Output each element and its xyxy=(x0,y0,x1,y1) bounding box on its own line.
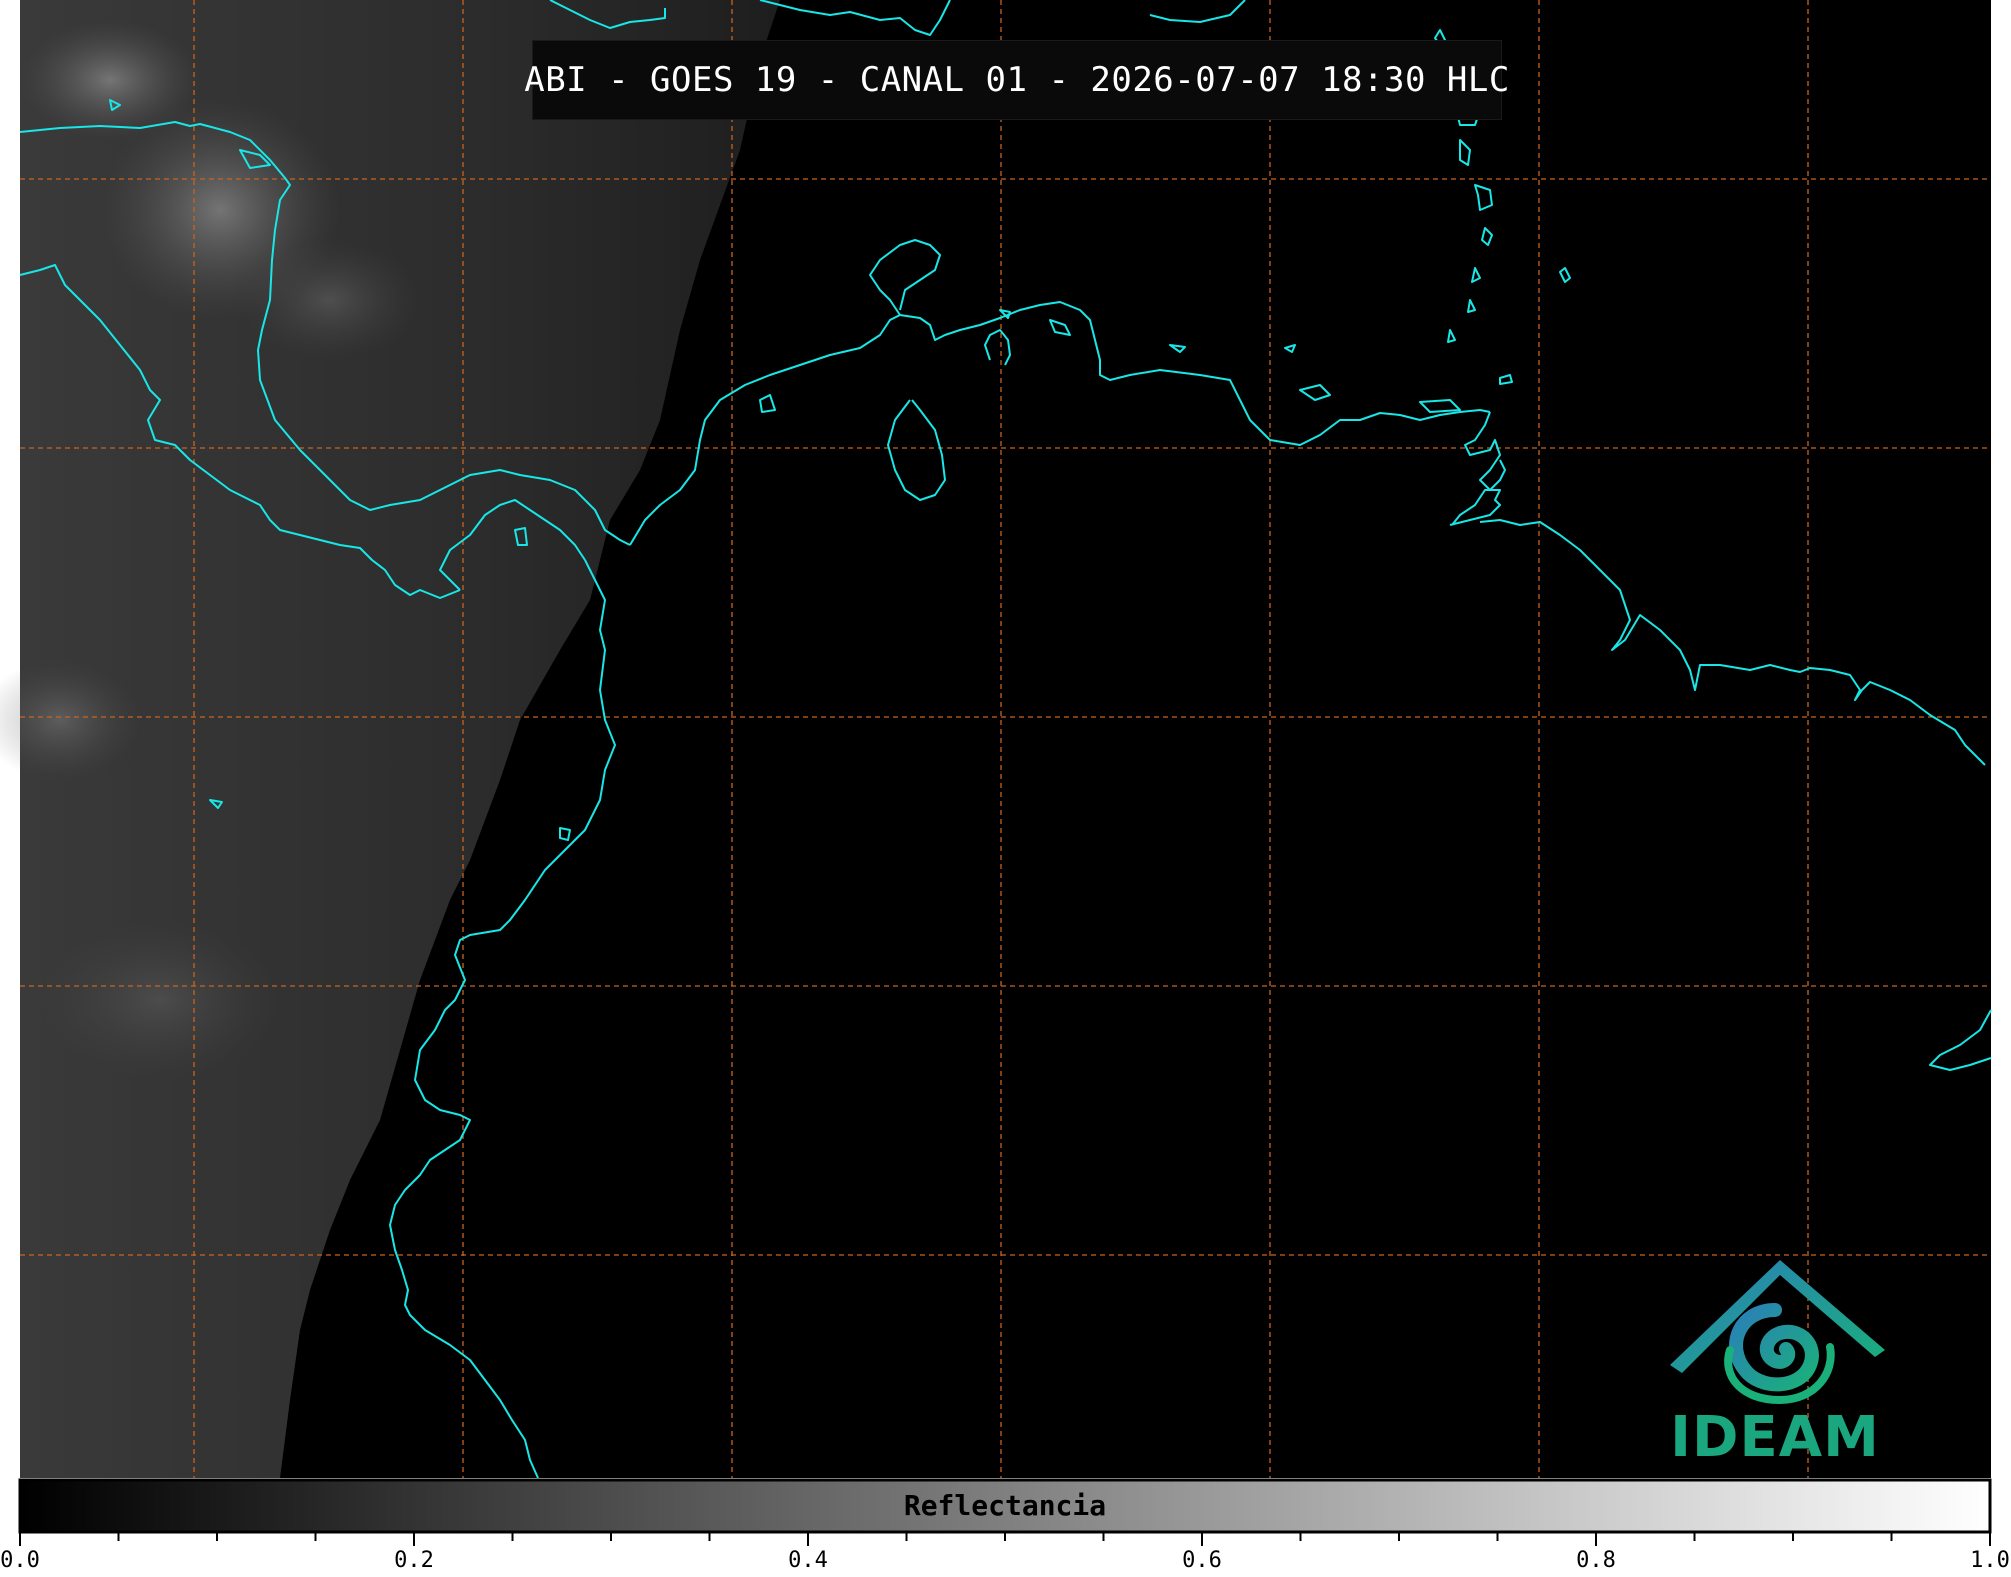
satellite-map: ABI - GOES 19 - CANAL 01 - 2026-07-07 18… xyxy=(0,0,2011,1577)
bright-cloud xyxy=(240,240,420,360)
colorbar-tick-label: 0.6 xyxy=(1182,1548,1222,1573)
colorbar-tick-label: 0.0 xyxy=(0,1548,40,1573)
colorbar-label: Reflectancia xyxy=(903,1489,1107,1522)
map-title: ABI - GOES 19 - CANAL 01 - 2026-07-07 18… xyxy=(524,60,1510,100)
colorbar-tick-label: 1.0 xyxy=(1970,1548,2010,1573)
colorbar-tick-label: 0.4 xyxy=(788,1548,828,1573)
title-box: ABI - GOES 19 - CANAL 01 - 2026-07-07 18… xyxy=(524,40,1509,120)
colorbar-tick-label: 0.8 xyxy=(1576,1548,1616,1573)
colorbar-tick-label: 0.2 xyxy=(394,1548,434,1573)
colorbar-ticks xyxy=(19,1532,1991,1546)
ideam-mountain-swirl-icon xyxy=(1670,1260,1885,1405)
logo-text: IDEAM xyxy=(1670,1405,1880,1470)
ideam-logo: IDEAM xyxy=(1660,1255,1890,1475)
bright-cloud xyxy=(40,920,280,1080)
